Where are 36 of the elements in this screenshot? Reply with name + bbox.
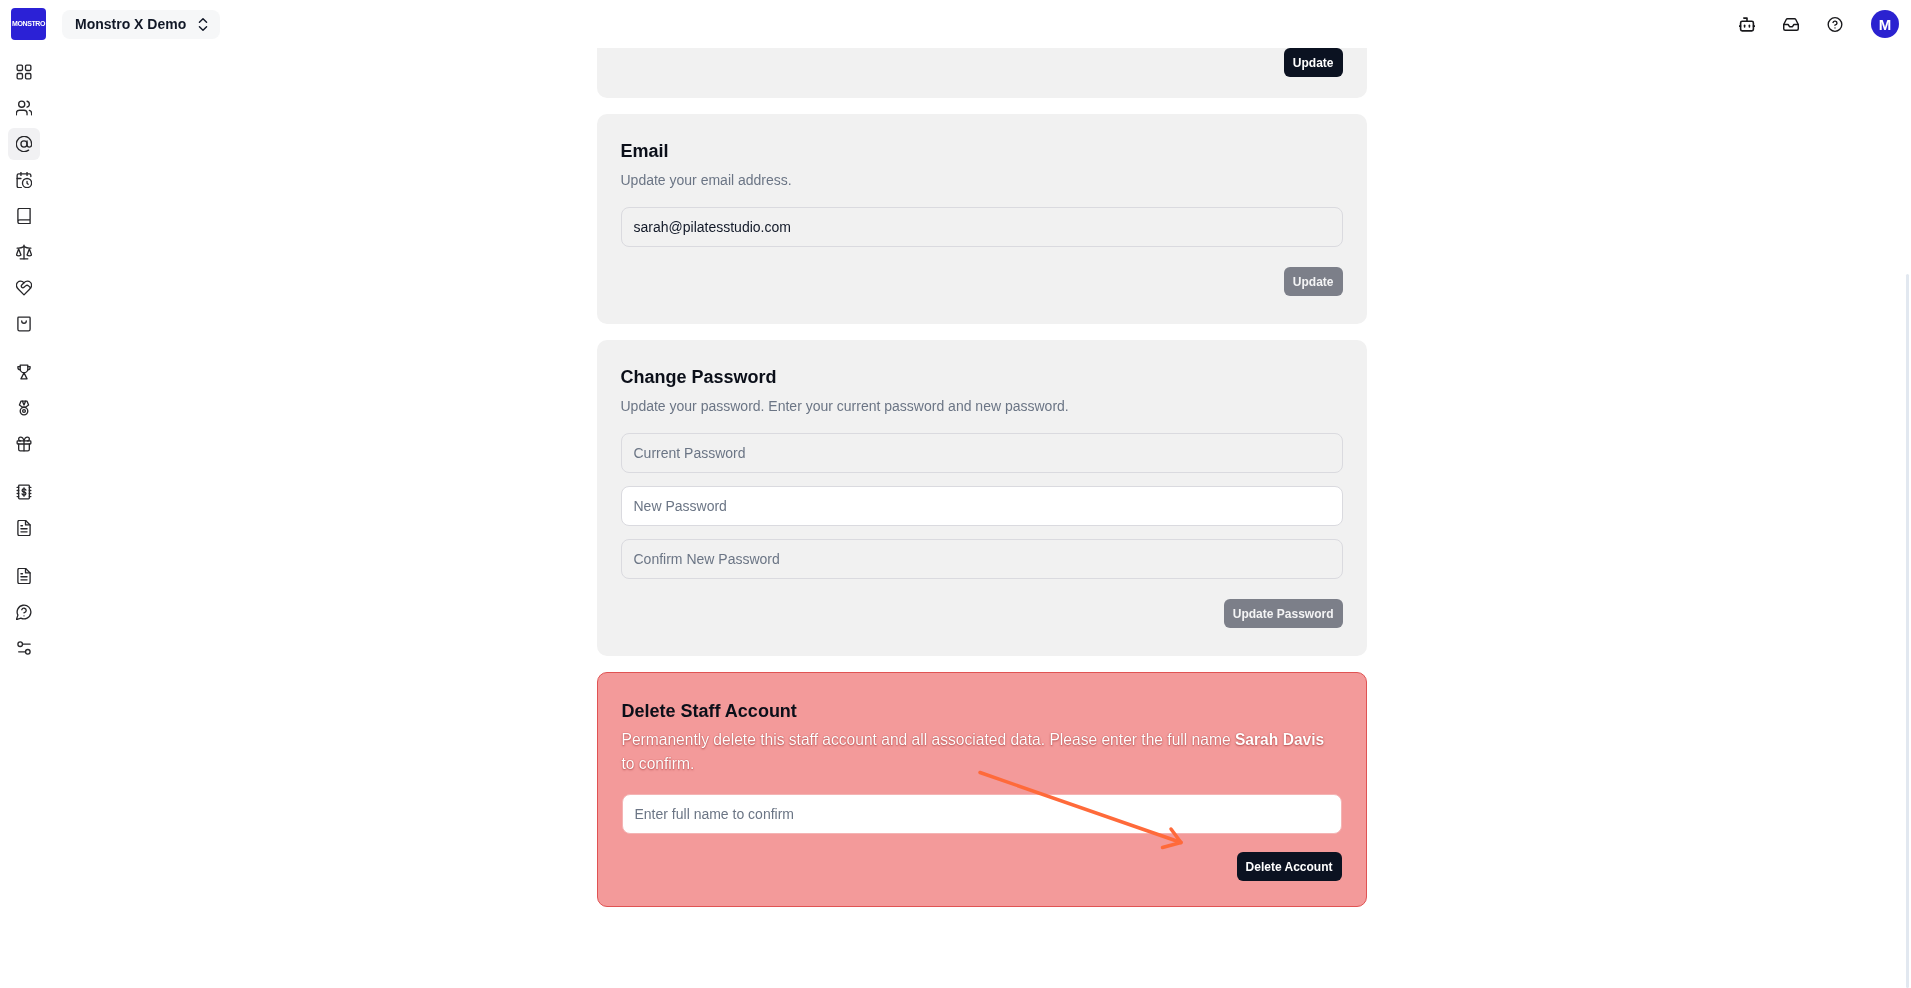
section-title: Change Password [620, 366, 778, 389]
gift-icon [16, 436, 32, 452]
help-icon [16, 604, 32, 620]
at-sign-icon [16, 136, 32, 152]
inbox-icon[interactable] [1783, 16, 1799, 32]
input-field[interactable]: sarah@pilatesstudio.com [620, 207, 1343, 247]
heart-icon [16, 280, 32, 296]
document-icon [16, 520, 32, 536]
delete-button[interactable]: Delete Account [1236, 852, 1342, 881]
document-icon [16, 568, 32, 584]
input-field[interactable]: Current Password [620, 433, 1343, 473]
grid-icon [16, 64, 32, 80]
medal-icon [16, 400, 32, 416]
users-icon [16, 100, 32, 116]
bag-icon [16, 316, 32, 332]
section-title: Email [620, 140, 670, 163]
section-description: Permanently delete this staff account and all associated data. Please enter the full name Sarah Davis to confirm. [621, 730, 1326, 774]
input-field[interactable]: New Password [620, 486, 1343, 526]
chevron-up-down-icon [198, 16, 209, 32]
section-description: Update your email address. [620, 171, 793, 190]
section-title: Delete Staff Account [621, 700, 798, 723]
sidebar-item[interactable] [8, 128, 40, 160]
input-field[interactable]: Confirm New Password [620, 539, 1343, 579]
trophy-icon [16, 364, 32, 380]
help-icon[interactable] [1827, 16, 1843, 32]
user-avatar[interactable]: M [1871, 10, 1899, 38]
sliders-icon [16, 640, 32, 656]
calendar-clock-icon [16, 172, 32, 188]
section-description: Update your password. Enter your current password and new password. [620, 397, 1070, 416]
receipt-icon [16, 484, 32, 500]
update-button[interactable]: Update [1283, 48, 1343, 77]
scale-icon [16, 244, 32, 260]
project-selector[interactable]: Monstro X Demo [62, 9, 221, 39]
robot-icon[interactable] [1739, 16, 1755, 32]
book-icon [16, 208, 32, 224]
input-field[interactable]: Enter full name to confirm [621, 794, 1342, 834]
